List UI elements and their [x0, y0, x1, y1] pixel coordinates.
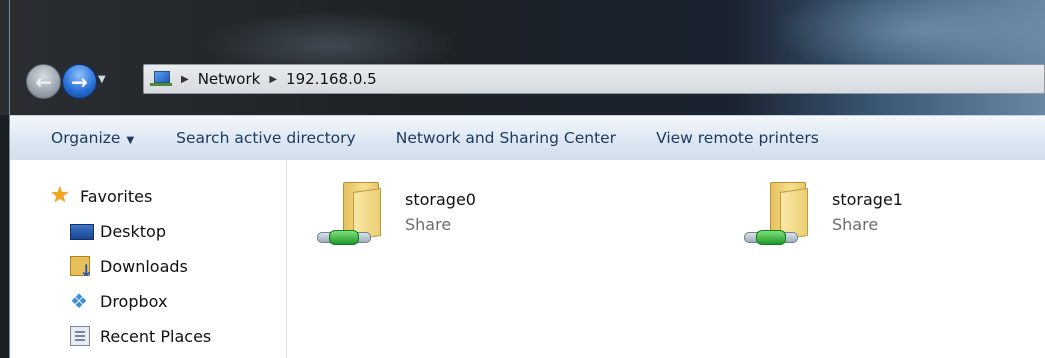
sidebar-item-label: Recent Places — [100, 326, 212, 346]
share-type: Share — [832, 215, 879, 234]
forward-button[interactable]: → — [62, 64, 97, 99]
dropbox-icon: ❖ — [70, 289, 88, 313]
search-active-directory-button[interactable]: Search active directory — [165, 129, 367, 147]
address-bar[interactable]: ▶ Network ▶ 192.168.0.5 — [143, 64, 1045, 94]
sidebar-item-label: Downloads — [100, 256, 188, 276]
sidebar-item-label: Favorites — [80, 186, 153, 206]
breadcrumb-separator-icon[interactable]: ▶ — [269, 74, 277, 85]
share-item-storage0[interactable]: storage0 Share — [315, 176, 476, 256]
content-area: ★ Favorites Desktop Downloads ❖ Dropbox … — [10, 160, 1045, 358]
forward-arrow-icon: → — [71, 69, 88, 94]
command-bar: Organize ▼ Search active directory Networ… — [10, 115, 1045, 161]
sidebar-item-recent-places[interactable]: Recent Places — [70, 326, 211, 346]
back-button[interactable]: ← — [26, 64, 61, 99]
share-item-storage1[interactable]: storage1 Share — [742, 176, 903, 256]
chevron-down-icon: ▼ — [126, 135, 135, 146]
share-name: storage1 — [832, 190, 903, 209]
breadcrumb-network[interactable]: Network — [198, 70, 261, 88]
share-type: Share — [405, 215, 452, 234]
navigation-bar: ← → ▼ ▶ Network ▶ 192.168.0.5 — [10, 62, 1045, 102]
shared-folder-icon — [315, 176, 395, 256]
share-name: storage0 — [405, 190, 476, 209]
sidebar-item-downloads[interactable]: Downloads — [70, 256, 188, 280]
breadcrumb-separator-icon[interactable]: ▶ — [181, 74, 189, 85]
organize-label: Organize — [51, 129, 121, 147]
shared-folder-icon — [742, 176, 822, 256]
chevron-down-icon: ▼ — [98, 74, 106, 85]
sidebar-item-favorites[interactable]: ★ Favorites — [50, 183, 153, 208]
star-icon: ★ — [50, 183, 70, 208]
recent-pages-dropdown[interactable]: ▼ — [98, 74, 106, 85]
network-sharing-center-button[interactable]: Network and Sharing Center — [385, 129, 627, 147]
navigation-pane: ★ Favorites Desktop Downloads ❖ Dropbox … — [10, 160, 287, 358]
network-icon — [150, 70, 172, 88]
back-arrow-icon: ← — [35, 69, 52, 94]
breadcrumb-host[interactable]: 192.168.0.5 — [286, 70, 377, 88]
sidebar-item-label: Desktop — [100, 221, 166, 241]
desktop-icon — [70, 224, 94, 240]
sidebar-item-dropbox[interactable]: ❖ Dropbox — [70, 291, 167, 311]
downloads-icon — [70, 256, 93, 280]
recent-places-icon — [70, 326, 90, 346]
sidebar-item-desktop[interactable]: Desktop — [70, 221, 166, 241]
view-remote-printers-button[interactable]: View remote printers — [645, 129, 830, 147]
sidebar-item-label: Dropbox — [100, 291, 168, 311]
organize-button[interactable]: Organize ▼ — [40, 129, 145, 147]
